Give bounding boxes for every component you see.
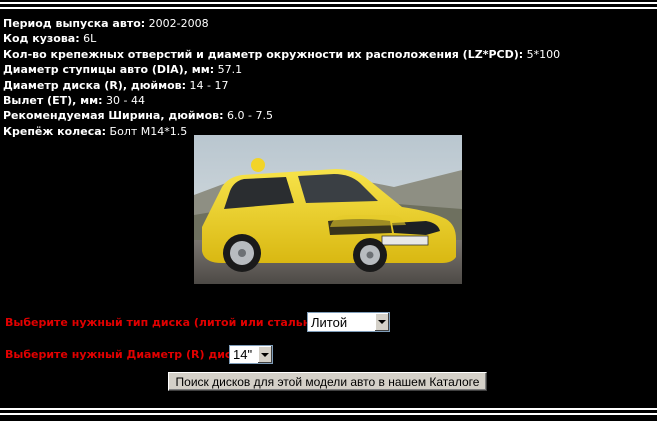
spec-row: Кол-во крепежных отверстий и диаметр окр… (3, 47, 560, 62)
spec-row: Рекомендуемая Ширина, дюймов: 6.0 - 7.5 (3, 108, 560, 123)
chevron-down-icon[interactable] (257, 346, 272, 363)
spec-label: Диаметр ступицы авто (DIA), мм: (3, 63, 215, 77)
top-divider-second (0, 7, 657, 9)
spec-row: Диаметр диска (R), дюймов: 14 - 17 (3, 78, 560, 93)
spec-row: Код кузова: 6L (3, 31, 560, 46)
spec-value: 57.1 (217, 63, 243, 77)
spec-label: Вылет (ET), мм: (3, 94, 103, 108)
disc-type-select[interactable]: Литой (307, 312, 390, 332)
spec-value: 14 - 17 (189, 78, 229, 92)
spec-label: Крепёж колеса: (3, 124, 107, 138)
chevron-down-icon[interactable] (374, 313, 389, 331)
spec-row: Период выпуска авто: 2002-2008 (3, 16, 560, 31)
spec-label: Диаметр диска (R), дюймов: (3, 78, 187, 92)
spec-label: Рекомендуемая Ширина, дюймов: (3, 109, 224, 123)
car-photo (194, 135, 462, 284)
diameter-label: Выберите нужный Диаметр (R) диска: (5, 348, 251, 361)
spec-row: Диаметр ступицы авто (DIA), мм: 57.1 (3, 62, 560, 77)
spec-label: Период выпуска авто: (3, 17, 146, 30)
disc-type-label: Выберите нужный тип диска (литой или ста… (5, 316, 336, 329)
spec-value: 2002-2008 (148, 17, 209, 30)
bottom-divider (0, 408, 657, 410)
diameter-select[interactable]: 14" (229, 345, 273, 364)
spec-value: 5*100 (526, 47, 561, 61)
diameter-selected-value: 14" (233, 347, 253, 362)
spec-value: 30 - 44 (106, 94, 145, 108)
spec-value: Болт М14*1.5 (109, 124, 188, 138)
car-specs: Период выпуска авто: 2002-2008 Код кузов… (3, 16, 560, 139)
spec-value: 6L (83, 32, 97, 46)
spec-value: 6.0 - 7.5 (227, 109, 273, 123)
disc-type-selected-value: Литой (311, 314, 348, 330)
bottom-divider-second (0, 413, 657, 415)
spec-label: Код кузова: (3, 32, 80, 46)
spec-label: Кол-во крепежных отверстий и диаметр окр… (3, 47, 524, 61)
spec-row: Вылет (ET), мм: 30 - 44 (3, 93, 560, 108)
search-discs-button[interactable]: Поиск дисков для этой модели авто в наше… (168, 372, 487, 391)
top-divider (0, 2, 657, 4)
